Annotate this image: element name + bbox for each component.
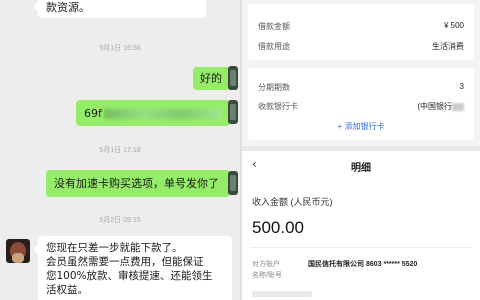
incoming-message-line: 活权益。 bbox=[46, 284, 88, 296]
bank-card-label: 收款银行卡 bbox=[258, 102, 298, 111]
incoming-message[interactable]: 您现在只差一步就能下款了。 会员虽然需要一点费用，但能保证 您100%放款、审核… bbox=[33, 236, 232, 300]
incoming-message-top-text: 款资源。 bbox=[46, 1, 90, 14]
income-amount-value: 500.00 bbox=[252, 218, 304, 237]
divider bbox=[250, 247, 472, 248]
counterparty-value: 国民信托有限公司 8603 ****** 5520 bbox=[308, 261, 418, 268]
my-avatar[interactable] bbox=[228, 66, 238, 90]
outgoing-message[interactable]: 好的 bbox=[193, 67, 235, 90]
loan-purpose-value: 生活消费 bbox=[432, 42, 464, 51]
screenshot-collage: 款资源。 5月1日 16:56 好的 69f 5月1日 17:18 没有加速卡购… bbox=[0, 0, 480, 300]
bank-card-value: (中国银行 bbox=[417, 101, 464, 112]
chat-panel: 款资源。 5月1日 16:56 好的 69f 5月1日 17:18 没有加速卡购… bbox=[0, 0, 240, 300]
timestamp: 5月2日 09:15 bbox=[99, 217, 141, 224]
loan-amount-value: ¥ 500 bbox=[443, 21, 464, 30]
outgoing-message-text: 好的 bbox=[200, 72, 222, 85]
incoming-message-top: 款资源。 bbox=[33, 0, 206, 18]
loan-info-card: 借款金额 ¥ 500 借款用途 生活消费 bbox=[248, 4, 474, 60]
loan-purpose-label: 借款用途 bbox=[258, 42, 290, 51]
installments-value: 3 bbox=[459, 82, 464, 91]
my-avatar[interactable] bbox=[228, 171, 238, 195]
outgoing-message[interactable]: 没有加速卡购买选项，单号发你了 bbox=[46, 170, 235, 197]
loan-order-panel: 借款金额 ¥ 500 借款用途 生活消费 分期期数 3 收款银行卡 (中国银行 … bbox=[242, 0, 480, 146]
counterparty-label: 对方账户 名称/账号 bbox=[252, 261, 282, 279]
redacted-card-number bbox=[452, 102, 464, 111]
incoming-message-line: 您现在只差一步就能下款了。 bbox=[46, 242, 183, 254]
redacted-code bbox=[103, 109, 222, 119]
timestamp: 5月1日 16:56 bbox=[99, 45, 141, 52]
incoming-message-line: 会员虽然需要一点费用，但能保证 bbox=[46, 256, 204, 268]
repayment-card: 分期期数 3 收款银行卡 (中国银行 + 添加银行卡 bbox=[248, 68, 474, 140]
add-bank-card-button[interactable]: + 添加银行卡 bbox=[248, 121, 474, 132]
loan-amount-label: 借款金额 bbox=[258, 22, 290, 31]
my-avatar[interactable] bbox=[228, 100, 238, 124]
incoming-message-line: 您100%放款、审核提速、还能领生 bbox=[46, 270, 213, 282]
outgoing-message-text: 没有加速卡购买选项，单号发你了 bbox=[54, 177, 219, 190]
outgoing-message[interactable]: 69f bbox=[76, 100, 235, 126]
contact-avatar[interactable] bbox=[6, 239, 30, 263]
transaction-detail-panel: ‹ 明细 收入金额 (人民币元) 500.00 对方账户 名称/账号 国民信托有… bbox=[242, 151, 480, 300]
page-title: 明细 bbox=[351, 163, 371, 174]
installments-label: 分期期数 bbox=[258, 83, 290, 92]
timestamp: 5月1日 17:18 bbox=[99, 147, 141, 154]
cropped-content bbox=[252, 291, 312, 297]
income-amount-label: 收入金额 (人民币元) bbox=[252, 197, 333, 207]
outgoing-message-text: 69f bbox=[84, 107, 102, 120]
